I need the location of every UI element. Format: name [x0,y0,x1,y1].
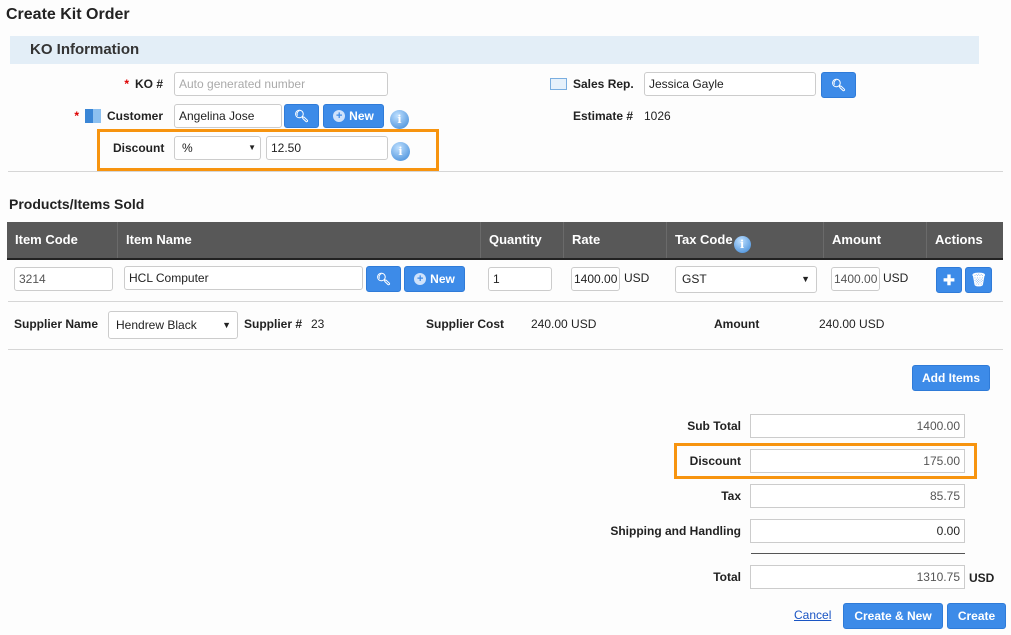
sales-rep-search-button[interactable]: 🔍︎ [821,72,856,98]
section-title: KO Information [30,41,140,58]
total-label: Total [713,570,741,584]
sales-rep-input[interactable]: Jessica Gayle [644,72,816,96]
dropdown-arrow-icon: ▼ [222,320,231,330]
shipping-input[interactable]: 0.00 [750,519,965,543]
column-tax-code: Tax Code i [667,222,824,258]
create-button[interactable]: Create [947,603,1006,629]
estimate-label: Estimate # [573,109,634,123]
shipping-label: Shipping and Handling [610,524,741,538]
dropdown-arrow-icon: ▼ [801,274,810,284]
item-search-button[interactable]: 🔍︎ [366,266,401,292]
quantity-input[interactable]: 1 [488,267,552,291]
customer-search-button[interactable]: 🔍︎ [284,104,319,128]
item-name-input[interactable]: HCL Computer [124,266,363,290]
column-item-name: Item Name [118,222,481,258]
dropdown-arrow-icon: ▼ [248,143,256,152]
item-new-button[interactable]: + New [404,266,465,292]
amount-input[interactable]: 1400.00 [831,267,880,291]
plus-icon: + [333,110,346,122]
building-icon [84,109,101,123]
add-document-icon: ✚ [943,271,955,288]
ko-label: * KO # [124,77,163,91]
trash-icon: 🗑︎ [970,272,987,287]
customer-label: * Customer [74,109,163,123]
products-title: Products/Items Sold [9,196,145,212]
customer-input[interactable]: Angelina Jose [174,104,282,128]
page-title: Create Kit Order [6,6,130,23]
sub-total-label: Sub Total [687,419,741,433]
column-rate: Rate [564,222,667,258]
customer-info-icon[interactable]: i [390,110,409,129]
delete-row-button[interactable]: 🗑︎ [965,267,992,293]
tax-label: Tax [721,489,741,503]
discount-total-field: 175.00 [750,449,965,473]
rate-currency: USD [624,271,650,285]
total-field: 1310.75 [750,565,965,589]
sub-total-field: 1400.00 [750,414,965,438]
column-amount: Amount [824,222,927,258]
totals-divider [751,553,965,554]
customer-new-button[interactable]: + New [323,104,384,128]
create-and-new-button[interactable]: Create & New [843,603,943,629]
discount-total-label: Discount [689,454,741,468]
divider [8,171,1003,172]
cancel-link[interactable]: Cancel [794,608,831,622]
discount-label: Discount [113,141,165,155]
column-item-code: Item Code [7,222,118,258]
tax-code-info-icon[interactable]: i [733,236,751,253]
header-underline [7,258,1003,260]
column-actions: Actions [927,222,1003,258]
divider [8,301,1003,302]
supplier-name-label: Supplier Name [14,317,99,331]
tax-code-select[interactable]: GST ▼ [675,266,817,293]
discount-info-icon[interactable]: i [391,142,410,161]
contact-card-icon [550,78,567,90]
add-row-button[interactable]: ✚ [936,267,962,293]
supplier-amount-value: 240.00 USD [819,317,885,331]
supplier-number-label: Supplier # [244,317,303,331]
discount-value-input[interactable]: 12.50 [266,136,388,160]
tax-field: 85.75 [750,484,965,508]
supplier-number-value: 23 [311,317,325,331]
estimate-value: 1026 [644,109,671,123]
ko-section-header: KO Information [10,36,979,64]
column-quantity: Quantity [481,222,564,258]
supplier-cost-label: Supplier Cost [426,317,505,331]
discount-type-select[interactable]: % ▼ [174,136,261,160]
divider [8,349,1003,350]
ko-number-input[interactable]: Auto generated number [174,72,388,96]
plus-icon: + [414,273,427,285]
supplier-cost-value: 240.00 USD [531,317,597,331]
total-currency: USD [969,571,995,585]
search-icon: 🔍︎ [293,109,310,123]
supplier-name-select[interactable]: Hendrew Black ▼ [108,311,238,339]
search-icon: 🔍︎ [375,272,392,286]
rate-input[interactable]: 1400.00 [571,267,620,291]
sales-rep-label: Sales Rep. [550,77,634,91]
search-icon: 🔍︎ [830,78,847,92]
supplier-amount-label: Amount [714,317,760,331]
item-code-input[interactable]: 3214 [14,267,113,291]
add-items-button[interactable]: Add Items [912,365,990,391]
amount-currency: USD [883,271,909,285]
